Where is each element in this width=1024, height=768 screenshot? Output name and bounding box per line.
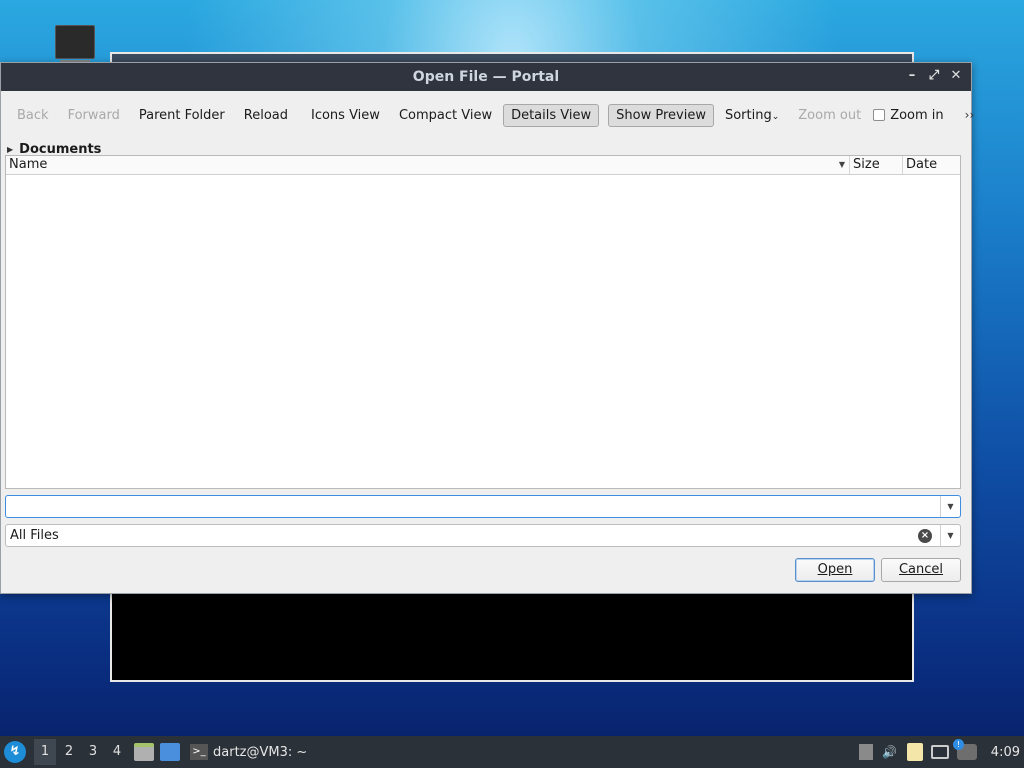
terminal-icon: >_ [190,744,208,760]
close-icon[interactable]: ✕ [947,67,965,85]
column-name-label: Name [9,157,48,172]
clipboard-icon[interactable] [906,743,923,761]
workspace-1[interactable]: 1 [34,739,56,765]
sorting-label: Sorting [724,107,772,123]
tray-arrow-icon[interactable] [858,744,873,760]
open-file-dialog: Open File — Portal – ⤢ ✕ Back Forward Pa… [0,62,974,594]
dialog-title: Open File — Portal [412,69,560,85]
open-button[interactable]: Open [795,558,875,582]
column-size-label: Size [853,157,880,172]
start-menu-icon[interactable]: ↯ [4,741,26,763]
dialog-toolbar: Back Forward Parent Folder Reload Icons … [1,91,974,139]
show-preview-button[interactable]: Show Preview [608,103,714,127]
clock[interactable]: 4:09 [991,745,1020,760]
zoom-in-button[interactable]: Zoom in [882,104,951,127]
expand-arrow-icon[interactable]: ▶ [7,145,13,154]
background-window-body [112,594,912,680]
forward-button[interactable]: Forward [60,104,128,127]
show-desktop-icon[interactable] [160,743,180,761]
location-input[interactable] [6,496,940,517]
chevron-down-icon: ⌄ [771,111,780,122]
taskbar: ↯ 1 2 3 4 >_ dartz@VM3: ~ 🔊 4:09 [0,736,1024,768]
column-header-size[interactable]: Size [850,156,903,174]
column-header-date[interactable]: Date [903,156,960,174]
file-list[interactable]: Name ▼ Size Date [5,155,961,489]
zoom-out-button[interactable]: Zoom out [790,104,869,127]
compact-view-button[interactable]: Compact View [391,104,500,127]
location-combo: ▼ [5,495,961,518]
sort-descending-icon: ▼ [838,160,845,169]
taskbar-item-terminal[interactable]: >_ dartz@VM3: ~ [190,744,307,760]
minimize-icon[interactable]: – [903,67,921,85]
workspace-2[interactable]: 2 [58,739,80,765]
zoom-slider[interactable] [873,109,886,121]
window-controls: – ⤢ ✕ [903,67,965,85]
back-button[interactable]: Back [9,104,57,127]
taskbar-item-label: dartz@VM3: ~ [213,744,308,760]
volume-icon[interactable]: 🔊 [881,743,899,761]
desktop-monitor-icon[interactable] [55,25,95,64]
dialog-titlebar[interactable]: Open File — Portal – ⤢ ✕ [1,63,971,91]
file-manager-icon[interactable] [134,743,154,761]
network-icon[interactable] [930,745,949,759]
details-view-button[interactable]: Details View [503,103,600,127]
zoom-slider-handle[interactable] [873,109,886,121]
notification-icon[interactable] [952,739,977,760]
filter-value: All Files [10,528,59,543]
clear-icon[interactable]: × [918,528,932,543]
workspace-3[interactable]: 3 [82,739,104,765]
filter-dropdown-icon[interactable]: ▼ [940,525,960,546]
file-type-filter[interactable]: All Files × ▼ [5,524,961,547]
toolbar-overflow-icon[interactable]: ›› [965,108,975,122]
reload-button[interactable]: Reload [236,104,296,127]
file-list-header: Name ▼ Size Date [6,156,960,175]
icons-view-button[interactable]: Icons View [303,104,388,127]
sorting-menu-button[interactable]: Sorting⌄ [717,104,787,127]
parent-folder-button[interactable]: Parent Folder [131,104,233,127]
column-header-name[interactable]: Name ▼ [6,156,850,174]
maximize-icon[interactable]: ⤢ [925,67,943,85]
cancel-button[interactable]: Cancel [881,558,961,582]
system-tray: 🔊 4:09 [858,739,1024,761]
workspace-4[interactable]: 4 [106,739,128,765]
column-date-label: Date [906,157,938,172]
location-dropdown-icon[interactable]: ▼ [940,496,960,517]
